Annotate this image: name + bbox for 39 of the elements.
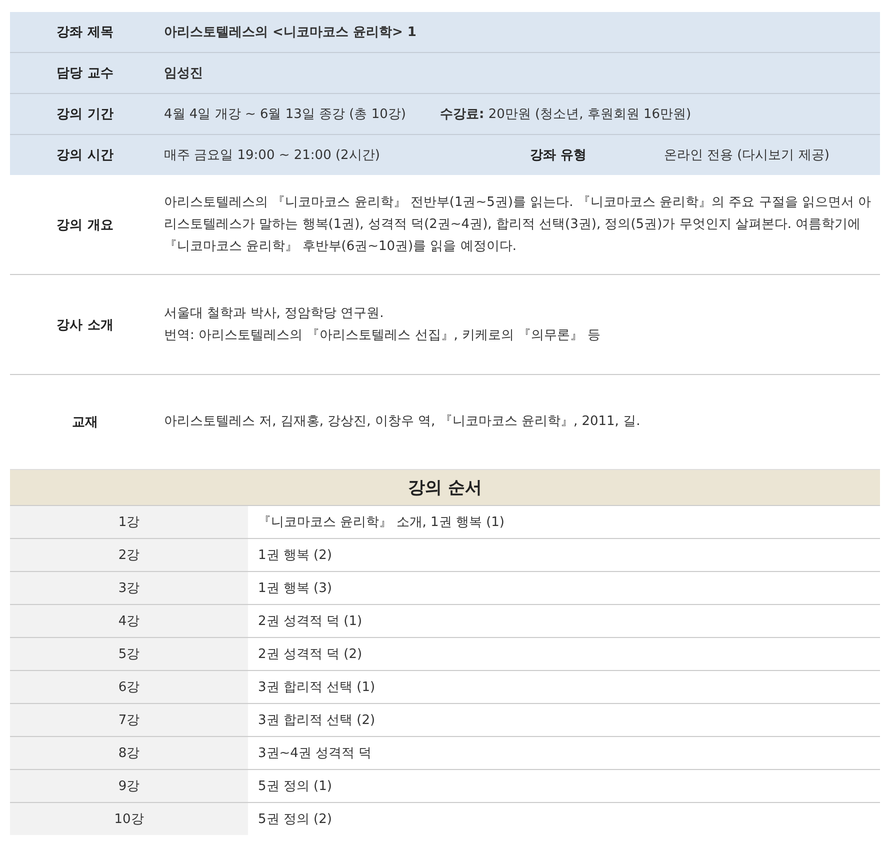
topic-cell-text: 3권~4권 성격적 덕 <box>257 745 372 763</box>
topic-cell-text: 2권 성격적 덕 (2) <box>257 646 362 664</box>
session-cell: 7강 <box>10 704 248 736</box>
row-value: 온라인 전용 (다시보기 제공) <box>664 147 830 164</box>
row-value: 매주 금요일 19:00 ~ 21:00 (2시간) <box>164 147 380 164</box>
topic-cell-text: 1권 행복 (3) <box>257 580 332 598</box>
session-cell: 8강 <box>10 737 248 769</box>
row-label: 강의 시간 <box>56 147 114 164</box>
topic-cell-text: 5권 정의 (1) <box>257 778 332 796</box>
description-text: 서울대 철학과 박사, 정암학당 연구원. <box>164 304 385 322</box>
row-value: 임성진 <box>164 65 203 82</box>
session-cell: 5강 <box>10 638 248 670</box>
schedule-title: 강의 순서 <box>408 477 482 499</box>
row-label: 담당 교수 <box>56 65 114 82</box>
topic-cell-text: 5권 정의 (2) <box>257 811 332 829</box>
session-cell: 1강 <box>10 506 248 538</box>
topic-cell-text: 3권 합리적 선택 (2) <box>257 712 376 730</box>
description-text: 번역: 아리스토텔레스의 『아리스토텔레스 선집』, 키케로의 『의무론』 등 <box>164 326 602 344</box>
session-cell: 4강 <box>10 605 248 637</box>
session-cell: 10강 <box>10 803 248 835</box>
topic-cell-text: 『니코마코스 윤리학』 소개, 1권 행복 (1) <box>257 514 504 532</box>
description-text: 아리스토텔레스의 『니코마코스 윤리학』 전반부(1권~5권)를 읽는다. 『니코마코스 윤리학』의 주요 구절을 읽으면서 아리스토텔레스가 말하는 행복(1권), 성격적 덕(2권~4권), 합리적 선택(3권), 정의(5권)가 무엇인지 살펴본다. 여름학기에 『니코마코스 윤리학』 후반부(6권~10권)를 읽을 예정이다. <box>164 194 872 256</box>
topic-cell-text: 3권 합리적 선택 (1) <box>257 679 376 697</box>
session-cell: 6강 <box>10 671 248 703</box>
row-label: 교재 <box>71 414 99 431</box>
row-label: 강좌 제목 <box>56 24 114 41</box>
session-cell: 2강 <box>10 539 248 571</box>
description-text: 아리스토텔레스 저, 김재홍, 강상진, 이창우 역, 『니코마코스 윤리학』, 2011, 길. <box>164 413 642 431</box>
topic-cell-text: 1권 행복 (2) <box>257 547 332 565</box>
row-label: 강좌 유형 <box>530 147 588 164</box>
topic-cell-text: 2권 성격적 덕 (1) <box>257 613 362 631</box>
session-cell: 9강 <box>10 770 248 802</box>
row-value: 4월 4일 개강 ~ 6월 13일 종강 (총 10강) <box>164 106 406 123</box>
row-label: 강사 소개 <box>56 316 114 334</box>
fee-text: 수강료: 20만원 (청소년, 후원회원 16만원) <box>440 106 692 123</box>
row-label: 강의 개요 <box>56 216 114 234</box>
session-cell: 3강 <box>10 572 248 604</box>
row-label: 강의 기간 <box>56 106 114 123</box>
row-value: 아리스토텔레스의 <니코마코스 윤리학> 1 <box>164 24 416 41</box>
